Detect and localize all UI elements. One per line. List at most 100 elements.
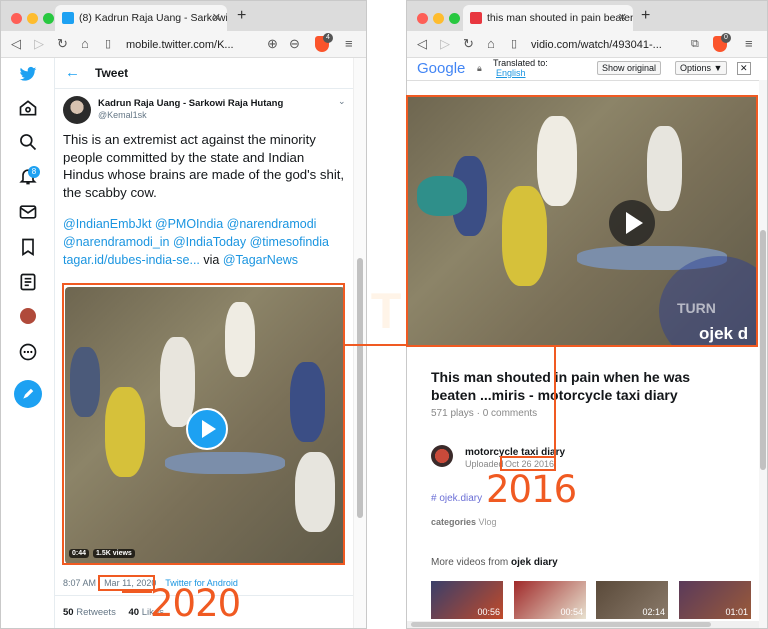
tweet-stats: 50 Retweets 40 Likes — [63, 607, 164, 618]
video-title: This man shouted in pain when he was bea… — [431, 369, 691, 403]
bookmark-icon[interactable] — [18, 237, 38, 257]
left-scrollbar[interactable] — [353, 58, 366, 628]
bookmark-button[interactable]: ▯ — [105, 36, 111, 52]
zoom-window-button[interactable] — [449, 13, 460, 24]
reload-button[interactable]: ↻ — [463, 36, 474, 52]
tab-bar: (8) Kadrun Raja Uang - Sarkowi R ✕ + — [1, 1, 366, 31]
browser-toolbar: ◁ ▷ ↻ ⌂ ▯ vidio.com/watch/493041-... ⧉ 0… — [407, 31, 767, 58]
vidio-favicon-icon — [470, 12, 482, 24]
language-link[interactable]: English — [496, 68, 526, 78]
close-tab-icon[interactable]: ✕ — [212, 5, 221, 31]
home-button[interactable]: ⌂ — [81, 36, 89, 52]
new-tab-button[interactable]: + — [237, 7, 246, 25]
brave-badge: 4 — [323, 33, 333, 43]
tweet-text: This is an extremist act against the min… — [63, 132, 345, 200]
twitter-sidebar: 8 — [1, 58, 55, 628]
zoom-icon[interactable]: ⊖ — [289, 36, 300, 52]
thumb-duration: 01:01 — [725, 607, 748, 617]
author-name[interactable]: Kadrun Raja Uang - Sarkowi Raja Hutang — [98, 98, 283, 109]
search-icon[interactable] — [18, 132, 38, 152]
close-tab-icon[interactable]: ✕ — [618, 5, 627, 31]
list-icon[interactable] — [18, 272, 38, 292]
forward-button[interactable]: ▷ — [440, 36, 450, 52]
channel-avatar[interactable] — [431, 445, 453, 467]
home-button[interactable]: ⌂ — [487, 36, 495, 52]
thumb-duration: 00:56 — [477, 607, 500, 617]
translate-icon[interactable]: ⧉ — [691, 36, 699, 52]
menu-button[interactable]: ≡ — [745, 36, 753, 52]
address-bar[interactable]: vidio.com/watch/493041-... — [531, 39, 662, 51]
twitter-bird-icon[interactable] — [18, 64, 38, 84]
back-arrow-icon[interactable]: ← — [65, 64, 80, 81]
categories-row: categories Vlog — [431, 517, 497, 527]
header-title: Tweet — [95, 66, 129, 80]
scroll-thumb[interactable] — [357, 258, 363, 518]
browser-tab[interactable]: this man shouted in pain beaten ✕ — [463, 5, 633, 31]
twitter-favicon-icon — [62, 12, 74, 24]
compose-icon — [23, 388, 34, 399]
mail-icon[interactable] — [18, 202, 38, 222]
more-videos-channel[interactable]: ojek diary — [511, 557, 558, 568]
back-button[interactable]: ◁ — [11, 36, 21, 52]
left-video-highlight — [62, 283, 345, 565]
close-window-button[interactable] — [417, 13, 428, 24]
notification-badge: 8 — [28, 166, 40, 178]
category-value[interactable]: Vlog — [479, 517, 497, 527]
back-button[interactable]: ◁ — [417, 36, 427, 52]
home-icon[interactable] — [18, 98, 38, 118]
horizontal-scrollbar[interactable] — [407, 621, 759, 628]
h-scroll-thumb[interactable] — [411, 622, 711, 627]
minimize-window-button[interactable] — [27, 13, 38, 24]
thumb-duration: 02:14 — [642, 607, 665, 617]
menu-button[interactable]: ≡ — [345, 36, 353, 52]
chevron-down-icon[interactable]: ⌄ — [338, 96, 346, 107]
likes-count: 40 — [128, 607, 140, 618]
browser-tab[interactable]: (8) Kadrun Raja Uang - Sarkowi R ✕ — [55, 5, 227, 31]
thumbnail-3[interactable]: 02:14 — [596, 581, 668, 619]
mentions-line-1[interactable]: @IndianEmbJkt @PMOIndia @narendramodi — [63, 217, 316, 231]
zoom-window-button[interactable] — [43, 13, 54, 24]
more-videos-prefix: More videos from — [431, 557, 509, 568]
address-bar[interactable]: mobile.twitter.com/K... — [126, 39, 234, 51]
tab-bar: this man shouted in pain beaten ✕ + — [407, 1, 767, 31]
left-date-highlight — [98, 575, 155, 591]
left-year-annotation: 2020 — [150, 582, 241, 625]
right-vertical-connector — [554, 347, 556, 458]
thumbnail-2[interactable]: 00:54 — [514, 581, 586, 619]
reload-button[interactable]: ↻ — [57, 36, 68, 52]
article-link[interactable]: tagar.id/dubes-india-se... — [63, 253, 200, 267]
browser-toolbar: ◁ ▷ ↻ ⌂ ▯ mobile.twitter.com/K... ⊕ ⊖ 4 … — [1, 31, 366, 58]
thumb-duration: 00:54 — [560, 607, 583, 617]
mentions-line-2[interactable]: @narendramodi_in @IndiaToday @timesofind… — [63, 235, 329, 249]
bookmark-button[interactable]: ▯ — [511, 36, 517, 52]
link-line: tagar.id/dubes-india-se... via @TagarNew… — [63, 253, 298, 267]
right-scrollbar[interactable] — [759, 80, 767, 628]
show-original-button[interactable]: Show original — [597, 61, 662, 75]
right-video-highlight — [406, 95, 758, 347]
author-handle[interactable]: @Kemal1sk — [98, 110, 147, 120]
via-handle[interactable]: @TagarNews — [223, 253, 298, 267]
thumbnail-1[interactable]: 00:56 — [431, 581, 503, 619]
close-window-button[interactable] — [11, 13, 22, 24]
brave-badge: 0 — [721, 33, 731, 43]
add-icon[interactable]: ⊕ — [267, 36, 278, 52]
avatar[interactable] — [20, 308, 36, 324]
compose-button[interactable] — [14, 380, 42, 408]
hashtag-link[interactable]: # ojek.diary — [431, 493, 482, 504]
forward-button[interactable]: ▷ — [34, 36, 44, 52]
tab-title: (8) Kadrun Raja Uang - Sarkowi R — [79, 12, 227, 24]
more-icon[interactable] — [18, 342, 38, 362]
options-button[interactable]: Options ▼ — [675, 61, 728, 75]
left-date-connector — [122, 591, 152, 593]
scroll-thumb[interactable] — [760, 230, 766, 470]
comment-count: 0 comments — [482, 408, 538, 419]
header-divider — [55, 88, 355, 89]
new-tab-button[interactable]: + — [641, 7, 650, 25]
close-translate-button[interactable]: ✕ — [737, 62, 751, 75]
play-count: 571 plays — [431, 408, 474, 419]
minimize-window-button[interactable] — [433, 13, 444, 24]
author-avatar[interactable] — [63, 96, 91, 124]
thumbnail-4[interactable]: 01:01 — [679, 581, 751, 619]
video-stats: 571 plays · 0 comments — [431, 408, 538, 419]
retweets-label[interactable]: Retweets — [76, 607, 116, 618]
